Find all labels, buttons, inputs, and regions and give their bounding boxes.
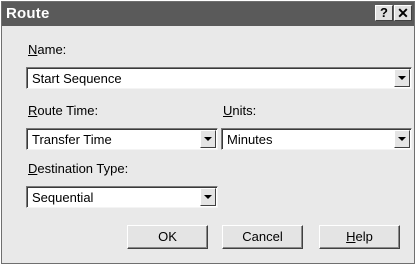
- chevron-down-icon[interactable]: [394, 130, 410, 148]
- destination-type-label: Destination Type:: [28, 161, 129, 176]
- chevron-down-icon[interactable]: [394, 69, 410, 87]
- name-value: Start Sequence: [32, 71, 122, 86]
- route-time-combobox[interactable]: Transfer Time: [26, 128, 218, 150]
- close-icon[interactable]: ✕: [394, 5, 412, 21]
- route-dialog: Route ? ✕ Name: Start Sequence Route Tim…: [1, 1, 415, 264]
- title-bar[interactable]: Route ? ✕: [2, 2, 414, 26]
- route-time-label: Route Time:: [28, 103, 99, 118]
- destination-type-value: Sequential: [32, 190, 94, 205]
- ok-button[interactable]: OK: [127, 225, 208, 249]
- help-question-icon[interactable]: ?: [375, 5, 393, 21]
- units-value: Minutes: [227, 132, 273, 147]
- name-combobox[interactable]: Start Sequence: [26, 67, 412, 89]
- destination-type-combobox[interactable]: Sequential: [26, 186, 218, 208]
- route-time-value: Transfer Time: [32, 132, 112, 147]
- name-label: Name:: [28, 42, 67, 57]
- chevron-down-icon[interactable]: [200, 188, 216, 206]
- window-title: Route: [6, 5, 50, 22]
- help-button[interactable]: Help: [319, 225, 400, 249]
- units-label: Units:: [223, 103, 257, 118]
- units-combobox[interactable]: Minutes: [221, 128, 412, 150]
- chevron-down-icon[interactable]: [200, 130, 216, 148]
- cancel-button[interactable]: Cancel: [222, 225, 303, 249]
